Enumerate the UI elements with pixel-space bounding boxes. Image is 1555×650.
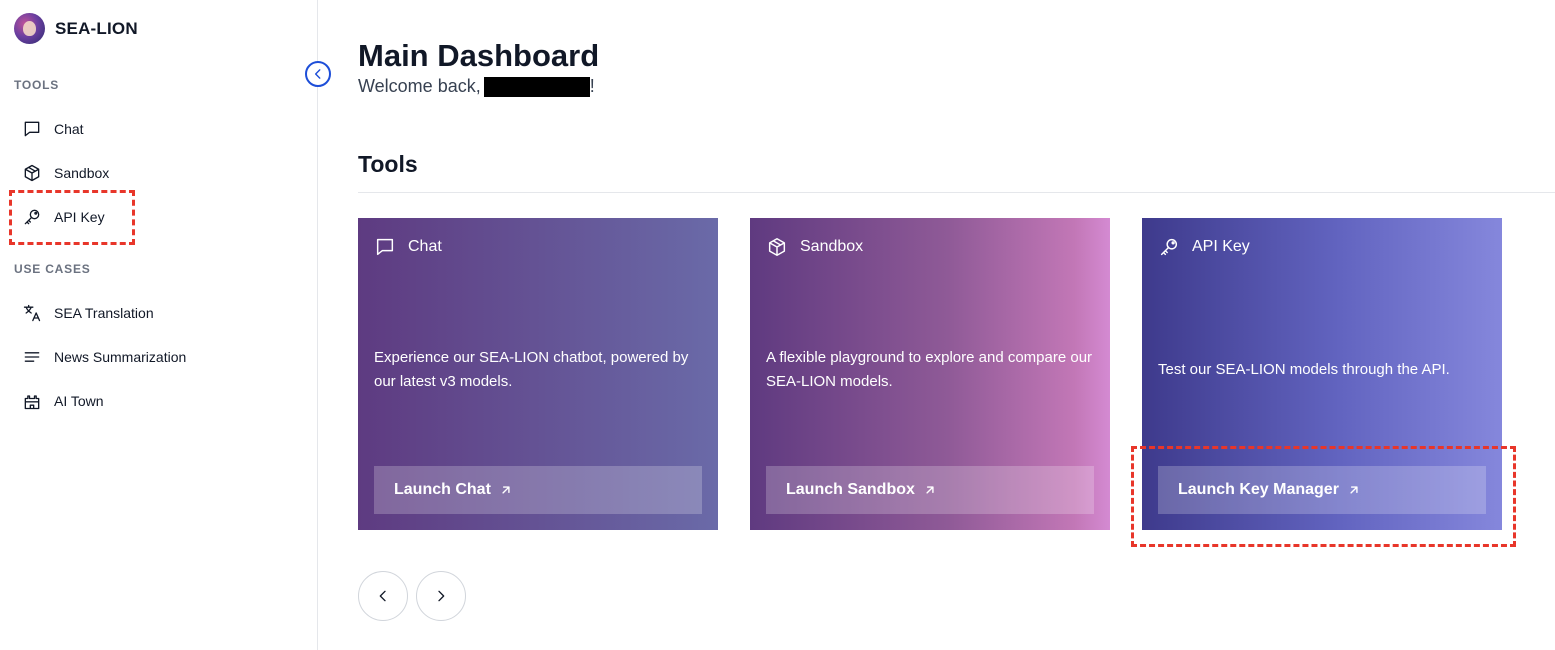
- button-label: Launch Sandbox: [786, 481, 915, 498]
- sidebar-item-ai-town[interactable]: AI Town: [14, 383, 294, 419]
- brand-name: SEA-LION: [55, 18, 138, 38]
- carousel-next-button[interactable]: [416, 571, 466, 621]
- sidebar-item-chat[interactable]: Chat: [14, 111, 294, 147]
- arrow-up-right-icon: [502, 486, 510, 494]
- card-header: Chat: [374, 236, 442, 258]
- chevron-left-icon: [379, 590, 386, 602]
- main-content: Main Dashboard Welcome back, ! Tools Cha…: [358, 0, 1555, 650]
- button-label: Launch Chat: [394, 481, 491, 498]
- card-title: API Key: [1192, 238, 1250, 255]
- sidebar-item-label: SEA Translation: [54, 305, 154, 321]
- chat-icon: [24, 121, 40, 137]
- card-description: Test our SEA-LION models through the API…: [1158, 361, 1450, 378]
- arrow-up-right-icon: [926, 486, 934, 494]
- sidebar-item-sea-translation[interactable]: SEA Translation: [14, 295, 294, 331]
- tool-card-sandbox: Sandbox A flexible playground to explore…: [750, 218, 1110, 530]
- cube-icon: [768, 238, 786, 256]
- sidebar: SEA-LION TOOLS Chat Sandbox API Key USE …: [0, 0, 318, 650]
- card-header: API Key: [1158, 236, 1250, 258]
- welcome-message: Welcome back, !: [358, 76, 595, 97]
- castle-icon: [24, 395, 40, 410]
- launch-chat-button[interactable]: Launch Chat: [374, 466, 702, 514]
- card-description: A flexible playground to explore and com…: [766, 349, 1093, 390]
- sea-lion-logo-icon: [14, 13, 45, 44]
- carousel-prev-button[interactable]: [358, 571, 408, 621]
- cube-icon: [24, 164, 40, 182]
- translate-icon: [23, 304, 41, 322]
- sidebar-item-news-summarization[interactable]: News Summarization: [14, 339, 294, 375]
- sidebar-item-sandbox[interactable]: Sandbox: [14, 155, 294, 191]
- brand[interactable]: SEA-LION: [14, 13, 138, 44]
- page-title: Main Dashboard: [358, 38, 600, 73]
- collapse-sidebar-button[interactable]: [305, 61, 331, 87]
- tool-card-chat: Chat Experience our SEA-LION chatbot, po…: [358, 218, 718, 530]
- chevron-left-icon: [314, 69, 321, 79]
- card-header: Sandbox: [766, 236, 863, 258]
- sidebar-item-label: Sandbox: [54, 165, 110, 181]
- welcome-suffix: !: [589, 76, 595, 96]
- tools-section-label: TOOLS: [14, 78, 60, 92]
- use-cases-section-label: USE CASES: [14, 262, 91, 276]
- sidebar-item-label: AI Town: [54, 393, 104, 409]
- highlight-box-api-key: [9, 190, 135, 245]
- redacted-username: [483, 76, 590, 97]
- chevron-right-icon: [438, 590, 445, 602]
- tools-section-title: Tools: [358, 151, 418, 177]
- app-root: SEA-LION TOOLS Chat Sandbox API Key USE …: [0, 0, 1555, 650]
- card-description: Experience our SEA-LION chatbot, powered…: [374, 349, 689, 390]
- highlight-box-launch-key-manager: [1131, 446, 1516, 547]
- welcome-prefix: Welcome back,: [358, 76, 481, 96]
- section-divider: [358, 192, 1555, 193]
- sidebar-item-label: Chat: [54, 121, 84, 137]
- card-title: Chat: [408, 238, 442, 255]
- lines-icon: [24, 352, 40, 362]
- chat-icon: [376, 238, 394, 256]
- launch-sandbox-button[interactable]: Launch Sandbox: [766, 466, 1094, 514]
- sidebar-item-label: News Summarization: [54, 349, 187, 365]
- key-icon: [1160, 238, 1178, 256]
- card-title: Sandbox: [800, 238, 864, 255]
